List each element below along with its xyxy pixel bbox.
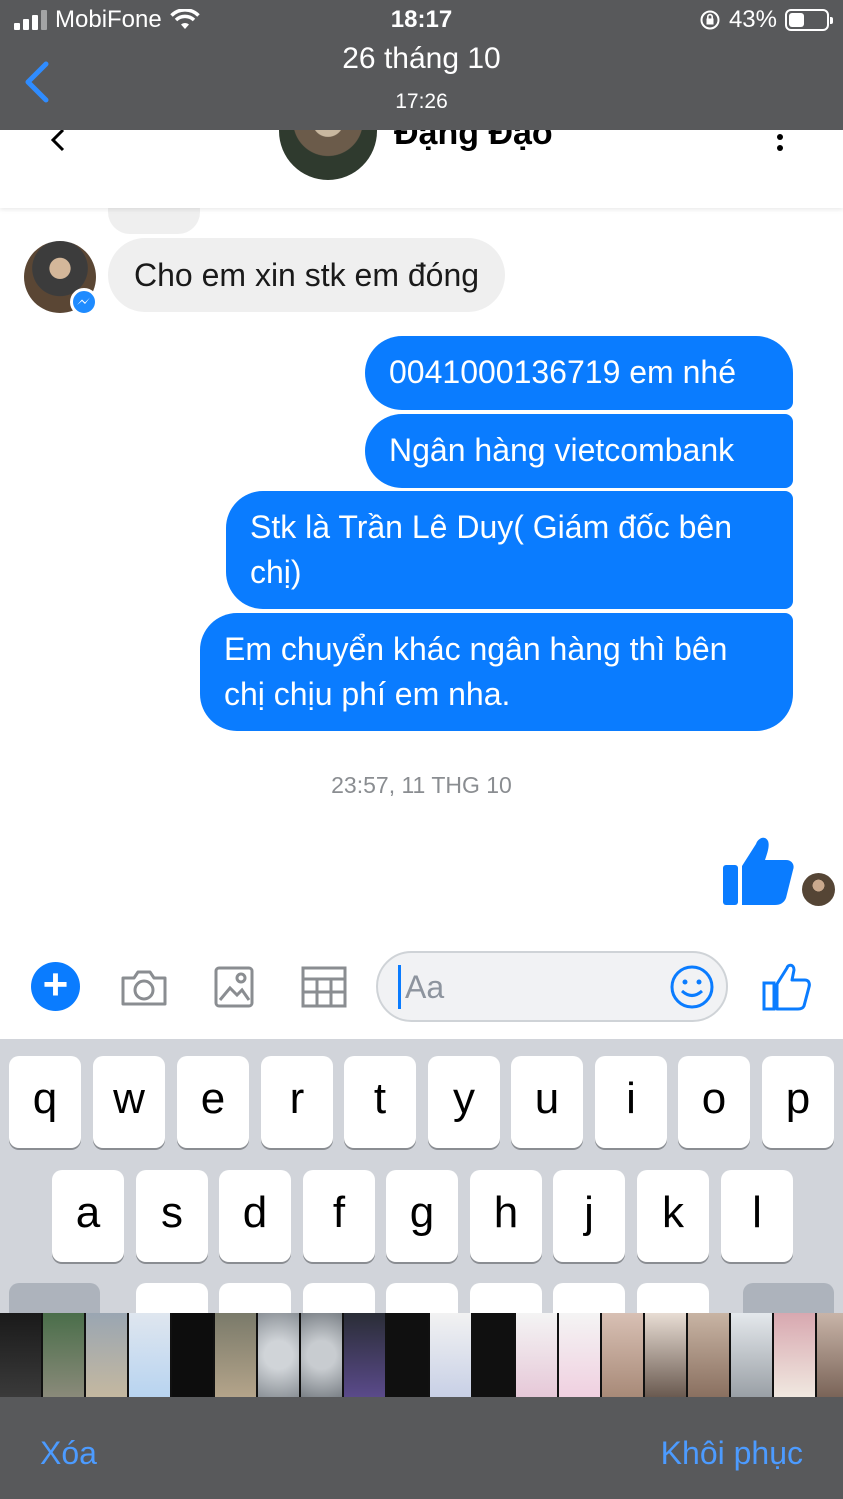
conversation: Cho em xin stk em đóng 0041000136719 em … — [0, 208, 843, 933]
key-f[interactable]: f — [303, 1170, 375, 1262]
photo-thumbnail[interactable] — [516, 1313, 557, 1397]
composer: + — [0, 933, 843, 1039]
photo-viewer-header: MobiFone 18:17 43% 26 tháng 10 17:26 — [0, 0, 843, 130]
photo-thumbnail[interactable] — [774, 1313, 815, 1397]
orientation-lock-icon — [700, 10, 720, 30]
seen-avatar — [802, 873, 835, 906]
key-j[interactable]: j — [553, 1170, 625, 1262]
photo-thumbnail[interactable] — [258, 1313, 299, 1397]
photo-date: 26 tháng 10 — [342, 42, 501, 75]
photo-thumbnail[interactable] — [731, 1313, 772, 1397]
key-e[interactable]: e — [177, 1056, 249, 1148]
back-arrow-icon[interactable] — [46, 130, 70, 154]
photo-thumbnail[interactable] — [86, 1313, 127, 1397]
photo-thumbnail[interactable] — [387, 1313, 428, 1397]
key-t[interactable]: t — [344, 1056, 416, 1148]
photo-thumbnail[interactable] — [215, 1313, 256, 1397]
outgoing-message[interactable]: 0041000136719 em nhé — [365, 336, 793, 410]
keyboard: q w e r t y u i o p a s d f g h j k l — [0, 1039, 843, 1313]
photo-thumbnail[interactable] — [817, 1313, 843, 1397]
battery-icon — [785, 9, 833, 31]
photo-thumbnail[interactable] — [473, 1313, 514, 1397]
delete-button[interactable]: Xóa — [40, 1435, 97, 1472]
key-r[interactable]: r — [261, 1056, 333, 1148]
key-p[interactable]: p — [762, 1056, 834, 1148]
photo-thumbnail[interactable] — [301, 1313, 342, 1397]
photo-viewer-footer: Xóa Khôi phục — [0, 1397, 843, 1499]
key-d[interactable]: d — [219, 1170, 291, 1262]
emoji-icon[interactable] — [668, 963, 716, 1011]
add-button[interactable]: + — [31, 962, 80, 1011]
photo-thumbnail[interactable] — [129, 1313, 170, 1397]
photo-thumbnail[interactable] — [344, 1313, 385, 1397]
key-s[interactable]: s — [136, 1170, 208, 1262]
status-right: 43% — [699, 6, 833, 34]
key-o[interactable]: o — [678, 1056, 750, 1148]
restore-button[interactable]: Khôi phục — [661, 1435, 803, 1472]
photo-thumbnail[interactable] — [43, 1313, 84, 1397]
outgoing-message[interactable]: Ngân hàng vietcombank — [365, 414, 793, 488]
photo-time: 17:26 — [395, 90, 448, 113]
chat-header: Đặng Đạo — [0, 130, 843, 208]
key-backspace[interactable] — [743, 1283, 834, 1313]
photo-thumbnail[interactable] — [645, 1313, 686, 1397]
photo-thumbnail[interactable] — [602, 1313, 643, 1397]
key-partial[interactable] — [470, 1283, 542, 1313]
chevron-left-icon[interactable] — [22, 60, 52, 104]
photo-thumbnail[interactable] — [559, 1313, 600, 1397]
apps-grid-icon[interactable] — [299, 962, 349, 1012]
battery-percent: 43% — [728, 6, 777, 33]
gallery-icon[interactable] — [209, 962, 259, 1012]
key-g[interactable]: g — [386, 1170, 458, 1262]
more-options-icon[interactable] — [777, 134, 785, 156]
key-a[interactable]: a — [52, 1170, 124, 1262]
outgoing-message[interactable]: Em chuyển khác ngân hàng thì bên chị chị… — [200, 613, 793, 731]
key-u[interactable]: u — [511, 1056, 583, 1148]
photo-thumbnail[interactable] — [430, 1313, 471, 1397]
like-button-icon[interactable] — [760, 961, 812, 1013]
key-partial[interactable] — [637, 1283, 709, 1313]
message-timestamp: 23:57, 11 THG 10 — [331, 772, 512, 798]
key-q[interactable]: q — [9, 1056, 81, 1148]
photo-strip — [0, 1313, 843, 1397]
key-y[interactable]: y — [428, 1056, 500, 1148]
key-partial[interactable] — [553, 1283, 625, 1313]
photo-thumbnail[interactable] — [0, 1313, 41, 1397]
key-partial[interactable] — [136, 1283, 208, 1313]
thumbs-up-sticker-icon[interactable] — [720, 832, 796, 908]
outgoing-message[interactable]: Stk là Trần Lê Duy( Giám đốc bên chị) — [226, 491, 793, 609]
message-input-wrapper[interactable] — [376, 951, 728, 1022]
message-input[interactable] — [398, 965, 658, 1009]
messenger-badge-icon — [70, 288, 98, 316]
key-i[interactable]: i — [595, 1056, 667, 1148]
key-partial[interactable] — [303, 1283, 375, 1313]
key-w[interactable]: w — [93, 1056, 165, 1148]
photo-thumbnail[interactable] — [172, 1313, 213, 1397]
photo-thumbnail[interactable] — [688, 1313, 729, 1397]
key-k[interactable]: k — [637, 1170, 709, 1262]
incoming-bubble-partial — [108, 208, 200, 234]
camera-icon[interactable] — [119, 962, 169, 1012]
contact-avatar[interactable] — [279, 130, 377, 180]
incoming-message[interactable]: Cho em xin stk em đóng — [108, 238, 506, 312]
key-shift[interactable] — [9, 1283, 100, 1313]
key-partial[interactable] — [219, 1283, 291, 1313]
key-partial[interactable] — [386, 1283, 458, 1313]
key-h[interactable]: h — [470, 1170, 542, 1262]
key-l[interactable]: l — [721, 1170, 793, 1262]
contact-name[interactable]: Đặng Đạo — [394, 130, 553, 153]
